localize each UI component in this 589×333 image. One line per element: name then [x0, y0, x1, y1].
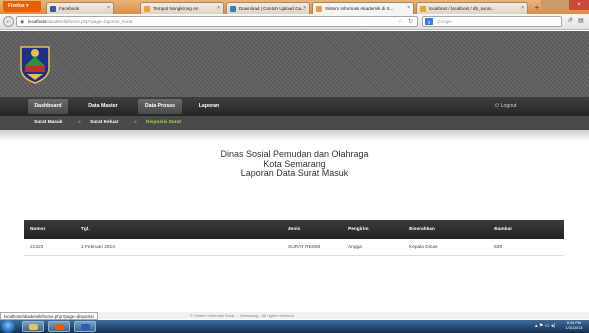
- table-header: Nomor ▾ Tgl. Surat ▾ Jenis Surat ▾ Pengi…: [24, 220, 564, 251]
- subnav-disposisi-surat[interactable]: Disposisi Surat: [146, 116, 181, 130]
- close-icon[interactable]: ×: [107, 3, 110, 14]
- cell-diserahkan: Kepala Dinas: [409, 245, 438, 250]
- facebook-icon: [50, 6, 56, 12]
- nav-label: Laporan: [198, 103, 220, 109]
- report-heading: Laporan Data Surat Masuk: [240, 168, 349, 178]
- taskbar-word[interactable]: [74, 321, 96, 332]
- windows-start-icon[interactable]: [1, 320, 15, 333]
- nav-label: Data Proses: [145, 103, 175, 109]
- menu-icon[interactable]: ▤: [578, 17, 584, 24]
- page-footer: © Sistem Informasi Surat ... Semarang - …: [190, 313, 294, 318]
- firefox-icon: [55, 324, 64, 330]
- folder-icon: [29, 324, 38, 330]
- system-tray[interactable]: ▴ ⚑ ▭ ◂): [535, 320, 555, 333]
- sort-icon: ▾: [30, 227, 33, 232]
- minimize-button[interactable]: [541, 0, 555, 10]
- google-icon: g: [425, 18, 433, 25]
- tab-label: localhost / localhost / db_surat...: [429, 6, 495, 11]
- cell-gambar: 839: [494, 245, 503, 250]
- page-icon: [230, 6, 236, 12]
- sort-icon: ▾: [494, 227, 497, 232]
- taskbar-explorer[interactable]: [22, 321, 44, 332]
- tab-label: Tempat Nongkrong An: [153, 6, 199, 11]
- browser-nav-bar: ← ◉ localhost/akademik/home.php?page=lap…: [0, 14, 589, 30]
- nav-label: Data Master: [88, 103, 118, 109]
- logout-label: Logout: [500, 103, 517, 109]
- breadcrumb: Surat Masuk » Surat Keluar » Disposisi S…: [0, 116, 589, 130]
- globe-icon: ◉: [20, 19, 25, 25]
- tab-sistem-informasi[interactable]: Sistem Informasi Akademik di S... ×: [312, 2, 414, 14]
- subnav-surat-masuk[interactable]: Surat Masuk: [34, 116, 63, 130]
- subnav-surat-keluar[interactable]: Surat Keluar: [90, 116, 119, 130]
- app-header: [0, 31, 589, 97]
- close-icon[interactable]: ×: [521, 3, 524, 14]
- nav-label: Dashboard: [34, 103, 62, 109]
- page-icon: [144, 6, 150, 12]
- sort-icon: ▾: [288, 227, 291, 232]
- chevron-down-icon: ▾: [26, 3, 29, 9]
- taskbar: ▴ ⚑ ▭ ◂) 8:45 PM 1/31/2014: [0, 320, 589, 333]
- close-window-button[interactable]: ×: [569, 0, 589, 10]
- power-icon: ⏻: [495, 103, 500, 109]
- nav-data-proses[interactable]: Data Proses: [138, 99, 182, 114]
- sort-icon: ▾: [348, 227, 351, 232]
- back-arrow-icon[interactable]: ←: [3, 16, 14, 27]
- maximize-button[interactable]: [555, 0, 569, 10]
- url-text: localhost/akademik/home.php?page=laporan…: [28, 19, 133, 24]
- address-bar[interactable]: ◉ localhost/akademik/home.php?page=lapor…: [16, 16, 418, 27]
- cell-jenis-surat: SURAT RESMI: [288, 245, 321, 250]
- cell-pengirim: Angga: [348, 245, 362, 250]
- report-title: Dinas Sosial Pemudan dan Olahraga Kota S…: [0, 149, 589, 179]
- close-icon[interactable]: ×: [407, 3, 410, 14]
- breadcrumb-separator: »: [134, 120, 137, 125]
- firefox-menu-button[interactable]: Firefox ▾: [3, 1, 41, 12]
- tab-phpmyadmin[interactable]: localhost / localhost / db_surat... ×: [416, 2, 528, 14]
- phpmyadmin-icon: [420, 6, 426, 12]
- logo: [20, 46, 50, 84]
- table-row: 21323 1 Februari 2014 SURAT RESMI Angga …: [24, 239, 564, 256]
- nav-dashboard[interactable]: Dashboard: [28, 99, 68, 114]
- main-nav: Dashboard Data Master Data Proses Lapora…: [0, 97, 589, 116]
- close-icon[interactable]: ×: [217, 3, 220, 14]
- word-icon: [81, 324, 90, 330]
- page-icon: [316, 6, 322, 12]
- clock[interactable]: 8:45 PM 1/31/2014: [560, 321, 588, 331]
- home-icon[interactable]: ⌂: [568, 17, 572, 24]
- cell-nomor: 21323: [30, 245, 44, 250]
- reload-icon[interactable]: ↻: [408, 17, 413, 27]
- logout-link[interactable]: ⏻ Logout: [495, 97, 516, 116]
- bookmark-star-icon[interactable]: ☆: [398, 17, 403, 27]
- browser-tab-bar: Firefox ▾ Facebook × Tempat Nongkrong An…: [0, 0, 589, 14]
- nav-laporan[interactable]: Laporan: [194, 97, 224, 116]
- sort-icon: ▾: [409, 227, 412, 232]
- tab-facebook[interactable]: Facebook ×: [46, 2, 114, 14]
- search-input[interactable]: g Google ⌕: [422, 16, 573, 27]
- close-icon[interactable]: ×: [303, 3, 306, 14]
- tab-label: Download | Contoh Upload Ga...: [239, 6, 306, 11]
- tab-download[interactable]: Download | Contoh Upload Ga... ×: [226, 2, 310, 14]
- status-url: localhost/akademik/home.php?page=disposi…: [0, 312, 98, 320]
- breadcrumb-separator: »: [78, 120, 81, 125]
- tab-label: Sistem Informasi Akademik di S...: [325, 6, 394, 11]
- firefox-menu-label: Firefox: [8, 3, 25, 9]
- tab-label: Facebook: [59, 6, 80, 11]
- tab-tempat-nongkrong[interactable]: Tempat Nongkrong An ×: [140, 2, 224, 14]
- search-placeholder: Google: [437, 19, 452, 24]
- clock-date: 1/31/2014: [565, 326, 583, 330]
- content-divider: [0, 130, 589, 142]
- nav-data-master[interactable]: Data Master: [80, 97, 126, 116]
- cell-tgl-surat: 1 Februari 2014: [81, 245, 115, 250]
- sort-icon: ▾: [81, 227, 84, 232]
- taskbar-firefox[interactable]: [48, 321, 70, 332]
